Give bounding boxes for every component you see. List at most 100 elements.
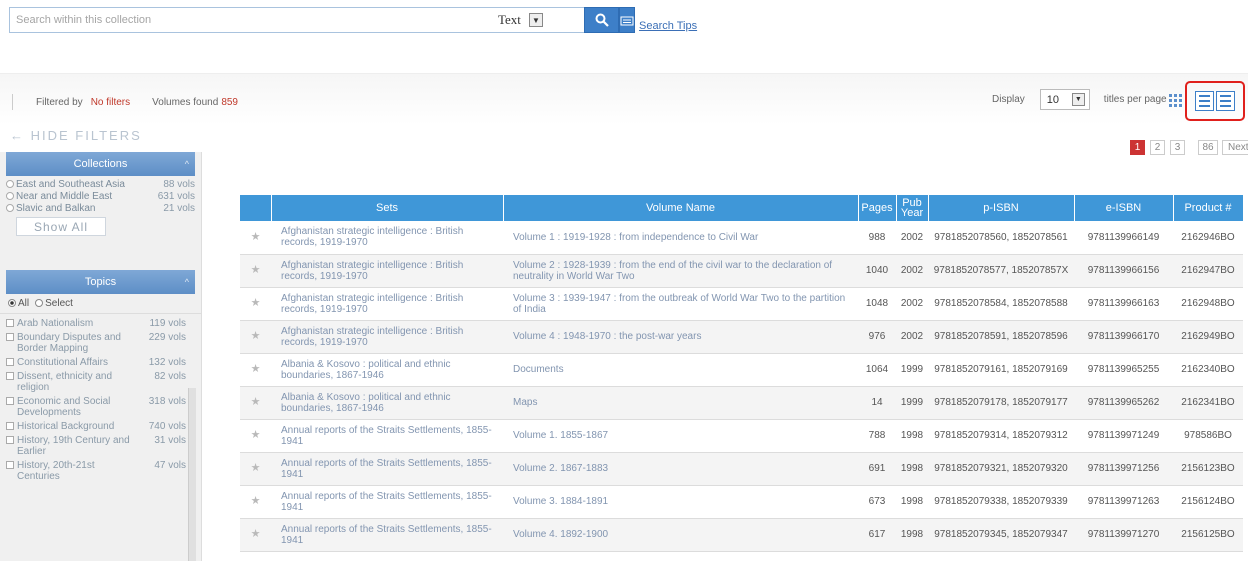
checkbox-icon[interactable] [6,397,14,405]
star-icon[interactable]: ★ [240,485,271,519]
pages-cell: 1064 [858,353,896,387]
page-1-button[interactable]: 1 [1130,140,1145,155]
topic-item[interactable]: Historical Background 740 vols [6,421,186,432]
keyboard-button[interactable] [619,7,635,33]
checkbox-icon[interactable] [6,436,14,444]
set-title-link[interactable]: Annual reports of the Straits Settlement… [271,419,503,453]
pisbn-cell: 9781852079178, 1852079177 [928,386,1074,420]
topic-mode-select[interactable]: Select [35,298,73,309]
col-header-eisbn[interactable]: e-ISBN [1074,195,1174,221]
volume-name-link[interactable]: Maps [503,386,858,420]
radio-icon[interactable] [6,204,14,212]
topic-item[interactable]: History, 20th-21st Centuries 47 vols [6,460,186,482]
volume-name-link[interactable]: Volume 1 : 1919-1928 : from independence… [503,221,858,255]
set-title-link[interactable]: Albania & Kosovo : political and ethnic … [271,353,503,387]
search-type-selector[interactable]: Text ▼ [498,7,543,33]
table-row: ★ Albania & Kosovo : political and ethnic… [240,353,1243,387]
volume-name-link[interactable]: Documents [503,353,858,387]
topics-scrollbar[interactable] [188,388,196,561]
star-icon[interactable]: ★ [240,287,271,321]
filter-value: No filters [90,96,131,108]
set-title-link[interactable]: Annual reports of the Straits Settlement… [271,452,503,486]
radio-icon[interactable] [6,192,14,200]
star-icon[interactable]: ★ [240,419,271,453]
per-page-select[interactable]: 10 ▼ [1039,89,1090,110]
set-title-link[interactable]: Afghanistan strategic intelligence : Bri… [271,254,503,288]
set-title-link[interactable]: Annual reports of the Straits Settlement… [271,518,503,552]
checkbox-icon[interactable] [6,372,14,380]
star-icon[interactable]: ★ [240,386,271,420]
pisbn-cell: 9781852078591, 1852078596 [928,320,1074,354]
volume-name-link[interactable]: Volume 3. 1884-1891 [503,485,858,519]
star-icon[interactable]: ★ [240,353,271,387]
chevron-down-icon[interactable]: ▼ [1071,93,1085,106]
topic-item[interactable]: Constitutional Affairs 132 vols [6,357,186,368]
set-title-link[interactable]: Annual reports of the Straits Settlement… [271,485,503,519]
filter-summary: Filtered by No filters Volumes found 859 [12,94,238,110]
volumes-found-count: 859 [221,96,238,108]
checkbox-icon[interactable] [6,319,14,327]
search-button[interactable] [584,7,619,33]
grid-view-icon[interactable] [1167,92,1184,109]
col-header-year[interactable]: Pub Year [896,195,929,221]
chevron-down-icon[interactable]: ▼ [528,13,543,27]
pub-year-cell: 2002 [896,254,928,288]
topic-item[interactable]: Economic and Social Developments 318 vols [6,396,186,418]
show-all-button[interactable]: Show All [16,217,106,236]
star-icon[interactable]: ★ [240,221,271,255]
volume-name-link[interactable]: Volume 1. 1855-1867 [503,419,858,453]
topic-item[interactable]: Boundary Disputes and Border Mapping 229 … [6,332,186,354]
topic-item[interactable]: Dissent, ethnicity and religion 82 vols [6,371,186,393]
volume-name-link[interactable]: Volume 4 : 1948-1970 : the post-war year… [503,320,858,354]
star-icon[interactable]: ★ [240,452,271,486]
table-row: ★ Albania & Kosovo : political and ethnic… [240,386,1243,420]
collection-item[interactable]: East and Southeast Asia 88 vols [6,179,195,190]
volume-name-link[interactable]: Volume 2 : 1928-1939 : from the end of t… [503,254,858,288]
collections-header[interactable]: Collections ^ [6,152,195,176]
col-header-pages[interactable]: Pages [858,195,897,221]
set-title-link[interactable]: Afghanistan strategic intelligence : Bri… [271,287,503,321]
pub-year-cell: 1998 [896,452,928,486]
last-page-button[interactable]: 86 [1198,140,1218,155]
product-number-cell: 2162341BO [1173,386,1243,420]
collection-item[interactable]: Slavic and Balkan 21 vols [6,203,195,214]
volume-name-link[interactable]: Volume 4. 1892-1900 [503,518,858,552]
page-2-button[interactable]: 2 [1150,140,1165,155]
star-icon[interactable]: ★ [240,254,271,288]
checkbox-icon[interactable] [6,461,14,469]
list-view-icon[interactable] [1195,91,1237,111]
topics-header[interactable]: Topics ^ [6,270,195,294]
set-title-link[interactable]: Albania & Kosovo : political and ethnic … [271,386,503,420]
pisbn-cell: 9781852078577, 185207857X [928,254,1074,288]
volume-name-link[interactable]: Volume 3 : 1939-1947 : from the outbreak… [503,287,858,321]
star-icon[interactable]: ★ [240,518,271,552]
radio-icon[interactable] [6,180,14,188]
hide-filters-toggle[interactable]: ← HIDE FILTERS [10,128,142,143]
table-row: ★ Annual reports of the Straits Settlemen… [240,485,1243,519]
topic-item[interactable]: History, 19th Century and Earlier 31 vols [6,435,186,457]
col-header-volume[interactable]: Volume Name [503,195,859,221]
col-header-pisbn[interactable]: p-ISBN [928,195,1075,221]
checkbox-icon[interactable] [6,333,14,341]
col-header-sets[interactable]: Sets [271,195,504,221]
table-row: ★ Annual reports of the Straits Settlemen… [240,419,1243,453]
star-icon[interactable]: ★ [240,320,271,354]
page-3-button[interactable]: 3 [1170,140,1185,155]
pisbn-cell: 9781852079161, 1852079169 [928,353,1074,387]
table-row: ★ Afghanistan strategic intelligence : Br… [240,287,1243,321]
collection-item[interactable]: Near and Middle East 631 vols [6,191,195,202]
topic-mode-all[interactable]: All [8,298,29,309]
volume-name-link[interactable]: Volume 2. 1867-1883 [503,452,858,486]
next-page-button[interactable]: Next → [1222,140,1248,155]
collapse-icon[interactable]: ^ [185,270,189,294]
checkbox-icon[interactable] [6,422,14,430]
collapse-icon[interactable]: ^ [185,152,189,176]
topic-item[interactable]: Arab Nationalism 119 vols [6,318,186,329]
search-tips-link[interactable]: Search Tips [639,20,697,32]
pages-cell: 673 [858,485,896,519]
col-header-product[interactable]: Product # [1173,195,1244,221]
set-title-link[interactable]: Afghanistan strategic intelligence : Bri… [271,320,503,354]
eisbn-cell: 9781139966163 [1074,287,1173,321]
checkbox-icon[interactable] [6,358,14,366]
set-title-link[interactable]: Afghanistan strategic intelligence : Bri… [271,221,503,255]
